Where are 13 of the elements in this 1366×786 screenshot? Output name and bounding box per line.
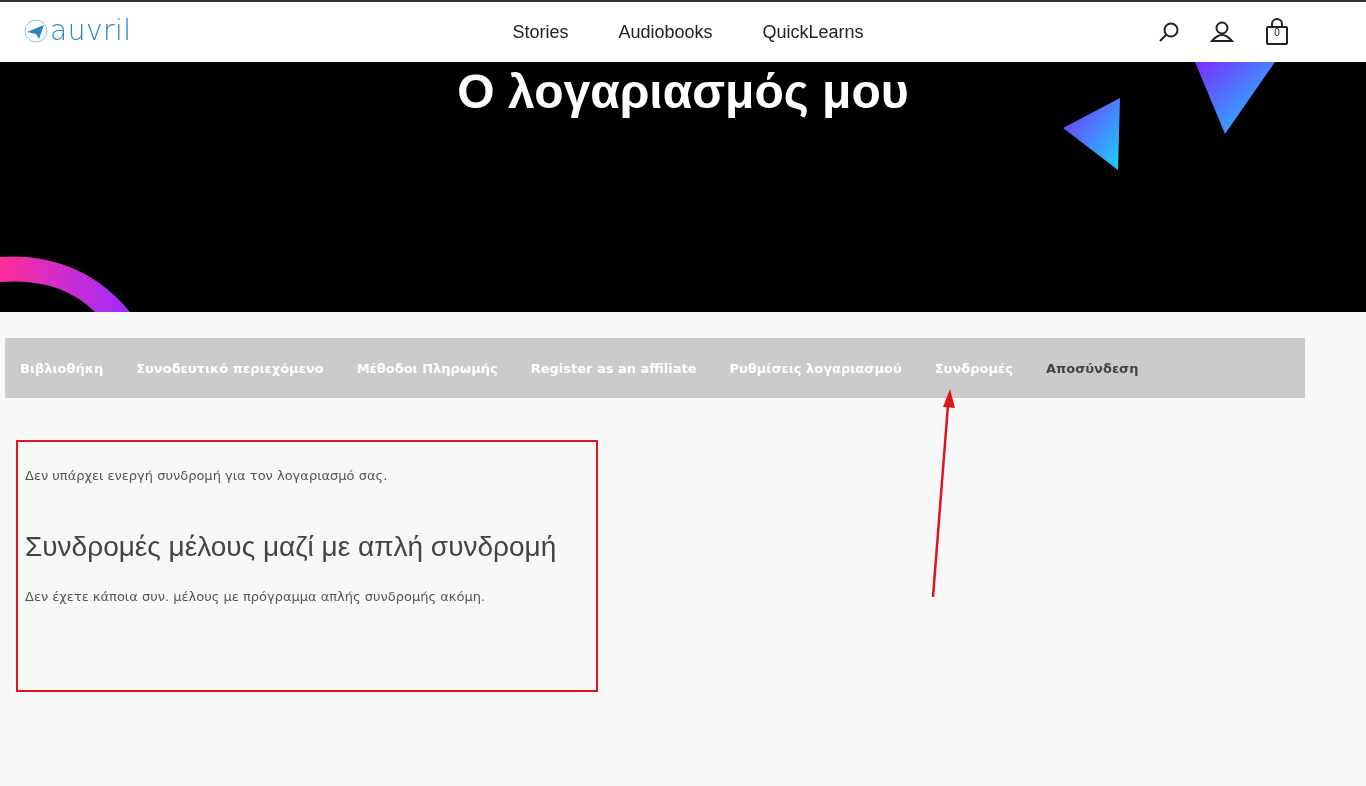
nav-link[interactable]: QuickLearns: [762, 21, 864, 43]
cart-count: 0: [1273, 27, 1281, 38]
empty-message: Δεν έχετε κάποια συν. μέλους με πρόγραμμα απλής συνδρομής ακόμη.: [25, 589, 487, 604]
paper-plane-logo-icon: [24, 18, 48, 43]
section-heading: Συνδρομές μέλους μαζί με απλή συνδρομή: [25, 531, 558, 563]
user-icon[interactable]: [1210, 21, 1234, 43]
page-title: Ο λογαριασμός μου: [457, 64, 909, 120]
nav-link[interactable]: Stories: [512, 21, 569, 43]
nav-link[interactable]: Audiobooks: [618, 21, 713, 43]
notice-text: Δεν υπάρχει ενεργή συνδρομή για τον λογαριασμό σας.: [25, 468, 389, 483]
search-icon[interactable]: [1158, 21, 1180, 43]
logo-wordmark[interactable]: auvril: [50, 14, 132, 47]
account-tab[interactable]: Αποσύνδεση: [1045, 360, 1139, 376]
